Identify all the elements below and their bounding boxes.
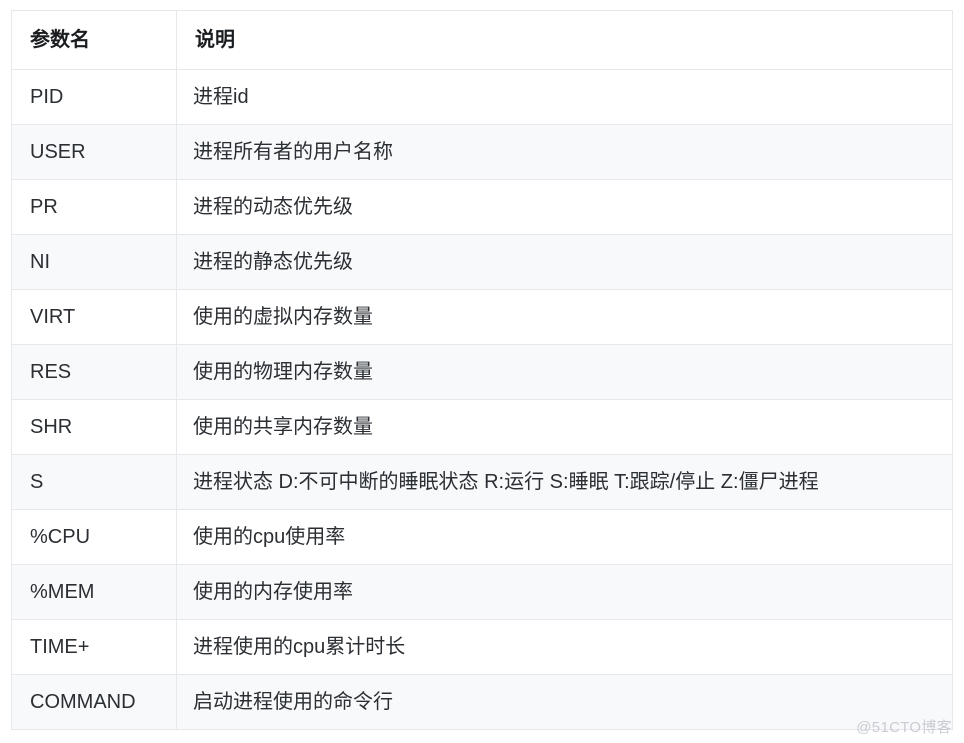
table-row: COMMAND 启动进程使用的命令行 <box>11 674 953 730</box>
column-header-description: 说明 <box>176 10 953 70</box>
param-name-cell: COMMAND <box>11 674 177 730</box>
param-description-cell: 进程的动态优先级 <box>176 179 953 235</box>
column-header-name: 参数名 <box>11 10 177 70</box>
param-name-cell: USER <box>11 124 177 180</box>
table-row: USER 进程所有者的用户名称 <box>11 124 953 180</box>
param-description-cell: 使用的虚拟内存数量 <box>176 289 953 345</box>
table-row: %CPU 使用的cpu使用率 <box>11 509 953 565</box>
param-name-cell: PR <box>11 179 177 235</box>
param-description-cell: 进程的静态优先级 <box>176 234 953 290</box>
table-body: PID 进程id USER 进程所有者的用户名称 PR 进程的动态优先级 NI … <box>11 69 953 730</box>
param-description-cell: 进程使用的cpu累计时长 <box>176 619 953 675</box>
table-row: VIRT 使用的虚拟内存数量 <box>11 289 953 345</box>
param-description-cell: 进程id <box>176 69 953 125</box>
table-row: TIME+ 进程使用的cpu累计时长 <box>11 619 953 675</box>
table-row: RES 使用的物理内存数量 <box>11 344 953 400</box>
param-name-cell: NI <box>11 234 177 290</box>
table-row: S 进程状态 D:不可中断的睡眠状态 R:运行 S:睡眠 T:跟踪/停止 Z:僵… <box>11 454 953 510</box>
param-description-cell: 进程所有者的用户名称 <box>176 124 953 180</box>
table-row: SHR 使用的共享内存数量 <box>11 399 953 455</box>
param-name-cell: %MEM <box>11 564 177 620</box>
table-row: PID 进程id <box>11 69 953 125</box>
param-description-cell: 进程状态 D:不可中断的睡眠状态 R:运行 S:睡眠 T:跟踪/停止 Z:僵尸进… <box>176 454 953 510</box>
param-name-cell: PID <box>11 69 177 125</box>
table-header: 参数名 说明 <box>11 10 953 70</box>
param-name-cell: RES <box>11 344 177 400</box>
table-header-row: 参数名 说明 <box>11 10 953 70</box>
page-root: 参数名 说明 PID 进程id USER 进程所有者的用户名称 PR 进程的动态… <box>0 0 964 743</box>
param-description-cell: 使用的物理内存数量 <box>176 344 953 400</box>
table-row: NI 进程的静态优先级 <box>11 234 953 290</box>
param-name-cell: TIME+ <box>11 619 177 675</box>
table-row: PR 进程的动态优先级 <box>11 179 953 235</box>
param-name-cell: S <box>11 454 177 510</box>
param-description-cell: 启动进程使用的命令行 <box>176 674 953 730</box>
param-description-cell: 使用的cpu使用率 <box>176 509 953 565</box>
param-description-cell: 使用的共享内存数量 <box>176 399 953 455</box>
param-name-cell: %CPU <box>11 509 177 565</box>
table-row: %MEM 使用的内存使用率 <box>11 564 953 620</box>
parameter-table: 参数名 说明 PID 进程id USER 进程所有者的用户名称 PR 进程的动态… <box>11 10 953 730</box>
param-name-cell: SHR <box>11 399 177 455</box>
param-description-cell: 使用的内存使用率 <box>176 564 953 620</box>
parameter-table-container: 参数名 说明 PID 进程id USER 进程所有者的用户名称 PR 进程的动态… <box>11 10 953 730</box>
param-name-cell: VIRT <box>11 289 177 345</box>
